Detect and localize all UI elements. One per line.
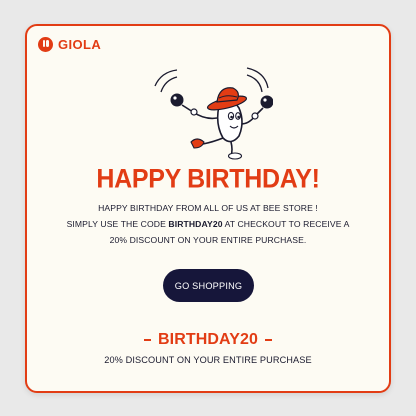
birthday-message: HAPPY BIRTHDAY FROM ALL OF US AT BEE STO…	[47, 200, 369, 248]
message-line-2-prefix: SIMPLY USE THE CODE	[66, 219, 169, 229]
brand-name: GIOLA	[58, 37, 102, 52]
promo-code: BIRTHDAY20	[27, 331, 389, 349]
promo-description: 20% DISCOUNT ON YOUR ENTIRE PURCHASE	[104, 355, 312, 365]
giola-logo-icon	[38, 37, 53, 52]
message-line-1: HAPPY BIRTHDAY FROM ALL OF US AT BEE STO…	[98, 203, 318, 213]
left-dash-divider	[144, 339, 151, 341]
brand-logo[interactable]: GIOLA	[38, 37, 101, 52]
dancing-bee-mascot-icon	[154, 67, 273, 160]
message-line-2: SIMPLY USE THE CODE BIRTHDAY20 AT CHECKO…	[47, 216, 369, 232]
go-shopping-button[interactable]: GO SHOPPING	[163, 269, 254, 302]
right-dash-divider	[265, 339, 272, 341]
message-line-3: 20% DISCOUNT ON YOUR ENTIRE PURCHASE.	[109, 235, 307, 245]
promo-code-text: BIRTHDAY20	[158, 331, 258, 348]
message-line-2-suffix: AT CHECKOUT TO RECEIVE A	[222, 219, 350, 229]
message-code-inline: BIRTHDAY20	[168, 219, 223, 229]
birthday-email-card: GIOLA HAPPY BIRTHDAY! HAPPY BIRTHDAY FRO…	[25, 24, 391, 393]
headline: HAPPY BIRTHDAY!	[96, 163, 320, 195]
